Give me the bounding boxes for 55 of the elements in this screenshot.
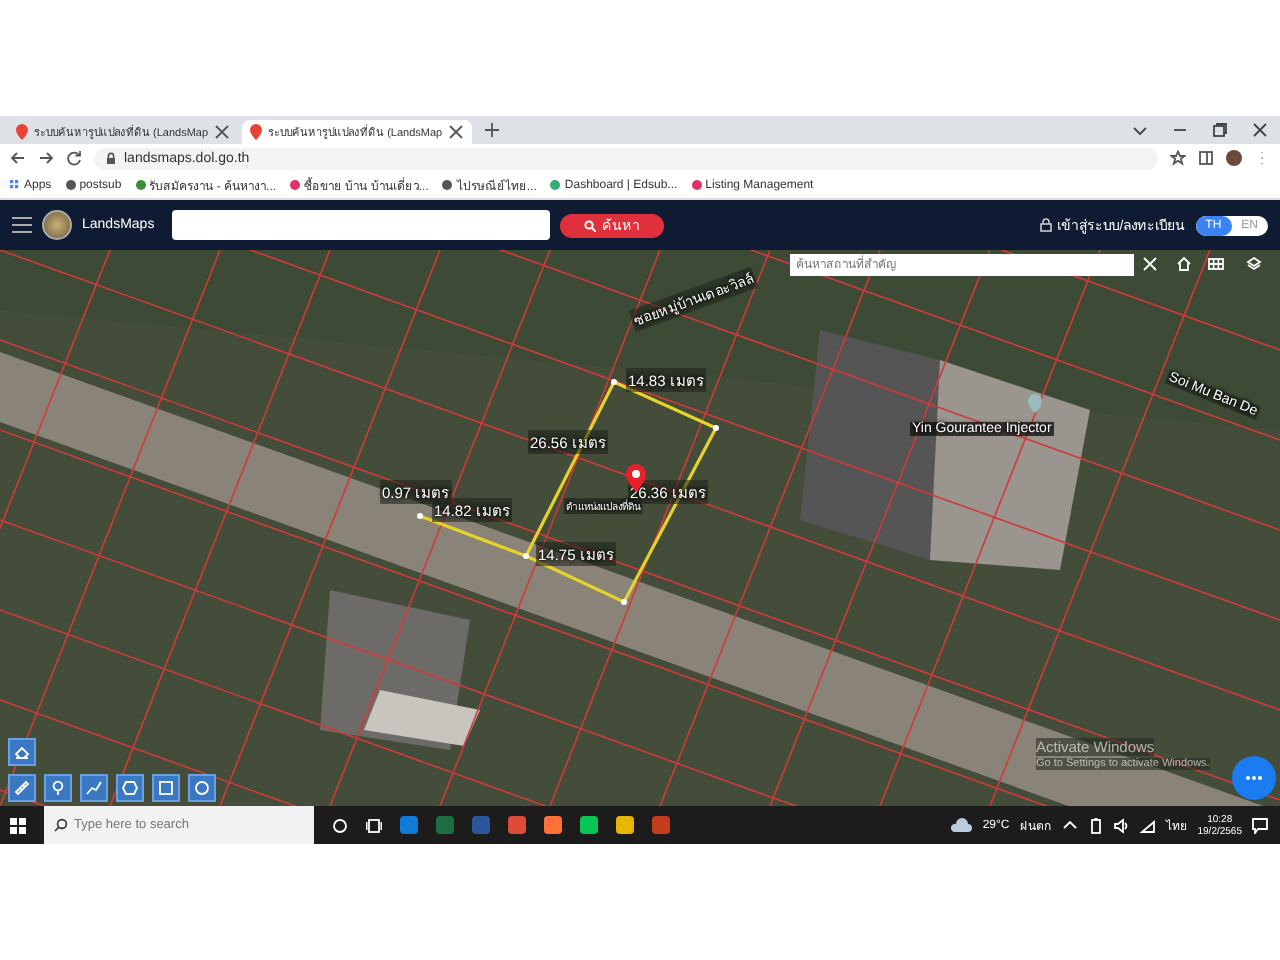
apps-grid-icon [10,180,20,190]
site-icon [550,180,561,190]
pin-icon [50,780,66,796]
pin-tool[interactable] [44,774,72,802]
map-pin-icon [16,124,28,140]
chevron-icon[interactable] [1132,122,1148,138]
new-tab-icon[interactable] [484,122,501,138]
star-icon[interactable] [1170,150,1186,166]
site-icon [442,180,453,190]
circle-icon [194,780,210,796]
notification-icon[interactable] [1252,817,1268,833]
lock-icon [1039,218,1052,232]
logo-icon [42,210,72,240]
rectangle-tool[interactable] [152,774,180,802]
eraser-tool[interactable] [8,738,36,766]
circle-tool[interactable] [188,774,216,802]
polygon-tool[interactable] [116,774,144,802]
place-marker-icon[interactable] [1028,394,1042,414]
back-arrow-icon[interactable] [10,150,26,166]
site-icon [65,180,76,190]
windows-start-icon[interactable] [10,817,26,833]
line-tool[interactable] [80,774,108,802]
rectangle-icon [158,780,174,796]
search-field[interactable] [172,210,551,240]
site-icon [135,180,146,190]
forward-arrow-icon[interactable] [38,150,54,166]
close-icon[interactable] [214,124,231,140]
search-icon [584,219,597,231]
side-panel-icon[interactable] [1198,150,1214,166]
restore-icon[interactable] [1212,122,1228,138]
ruler-tool[interactable] [8,774,36,802]
close-icon[interactable] [1252,122,1268,138]
speaker-icon[interactable] [1113,817,1130,833]
layers-icon[interactable] [1246,256,1262,272]
site-icon [290,180,301,190]
task-view-icon[interactable] [366,817,382,833]
home-icon[interactable] [1176,256,1192,272]
line-icon [86,780,102,796]
eraser-icon [14,744,30,760]
search-icon [54,818,68,832]
grid-icon[interactable] [1208,256,1224,272]
reload-icon[interactable] [66,150,82,166]
network-icon[interactable] [1139,817,1156,833]
caret-up-icon[interactable] [1061,817,1078,833]
lock-icon[interactable] [106,152,116,164]
cortana-icon[interactable] [332,817,348,833]
map-pin-icon [250,124,263,140]
battery-icon[interactable] [1087,817,1104,833]
avatar-icon[interactable] [1226,150,1242,166]
cloud-icon[interactable] [950,817,973,833]
menu-icon[interactable] [12,216,32,234]
close-icon[interactable] [448,124,465,140]
ruler-icon [14,780,30,796]
polygon-icon [122,780,138,796]
site-icon [691,180,702,190]
